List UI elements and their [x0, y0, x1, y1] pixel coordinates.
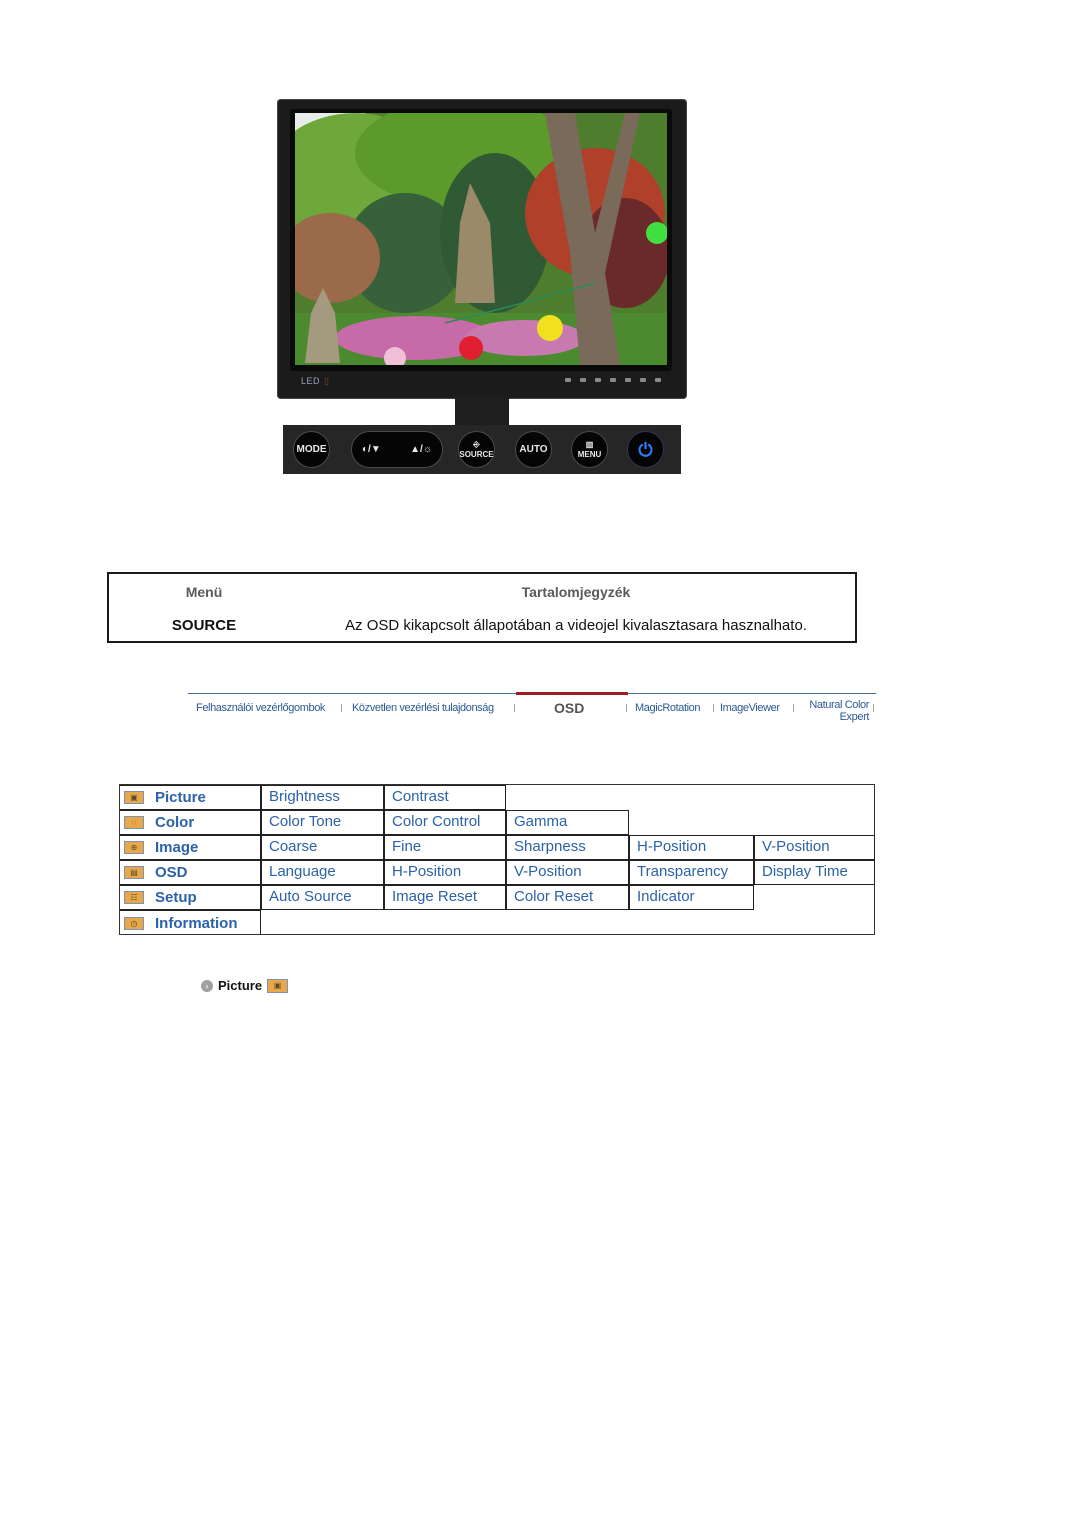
nav-separator	[713, 704, 714, 712]
item-osd-v-position[interactable]: V-Position	[506, 860, 629, 885]
arrow-circle-icon: ›	[201, 979, 213, 992]
item-fine[interactable]: Fine	[384, 835, 506, 860]
auto-button[interactable]: AUTO	[515, 431, 552, 468]
nav-separator	[341, 704, 342, 712]
nav-separator	[793, 704, 794, 712]
source-icon: ⎆	[473, 439, 480, 449]
header-menu: Menü	[185, 584, 223, 600]
monitor-button-panel: MODE ◐/▼ ▲/☼ ⎆ SOURCE AUTO ▥ MENU ⏻	[283, 425, 681, 474]
nav-osd[interactable]: OSD	[554, 700, 584, 716]
information-icon: ◷	[124, 916, 144, 930]
monitor-stand	[455, 396, 509, 426]
menu-picture[interactable]: ▣ Picture	[120, 785, 261, 810]
menu-setup[interactable]: ☷ Setup	[120, 885, 261, 910]
nav-separator	[626, 704, 627, 712]
row-menu-name: SOURCE	[171, 617, 237, 634]
item-auto-source[interactable]: Auto Source	[261, 885, 384, 910]
menu-information[interactable]: ◷ Information	[120, 910, 261, 935]
item-image-reset[interactable]: Image Reset	[384, 885, 506, 910]
nav-imageviewer[interactable]: ImageViewer	[720, 702, 780, 714]
nav-natural-color-expert[interactable]: Natural Color Expert	[801, 699, 869, 723]
item-color-reset[interactable]: Color Reset	[506, 885, 629, 910]
menu-description-table: Menü Tartalomjegyzék SOURCE Az OSD kikap…	[107, 572, 857, 643]
osd-menu-tree: ▣ Picture Brightness Contrast ◌ Color Co…	[119, 784, 875, 935]
power-button[interactable]: ⏻	[627, 431, 664, 468]
picture-icon: ▣	[267, 978, 289, 993]
item-coarse[interactable]: Coarse	[261, 835, 384, 860]
monitor-bezel	[290, 109, 672, 371]
item-image-v-position[interactable]: V-Position	[754, 835, 875, 860]
item-color-tone[interactable]: Color Tone	[261, 810, 384, 835]
item-language[interactable]: Language	[261, 860, 384, 885]
brightness-rocker-button[interactable]: ◐/▼ ▲/☼	[351, 431, 443, 468]
menu-icon: ▥	[585, 439, 594, 449]
item-gamma[interactable]: Gamma	[506, 810, 629, 835]
nav-separator	[514, 704, 515, 712]
mode-button[interactable]: MODE	[293, 431, 330, 468]
nav-user-controls[interactable]: Felhasználói vezérlőgombok	[196, 702, 325, 714]
menu-color[interactable]: ◌ Color	[120, 810, 261, 835]
item-color-control[interactable]: Color Control	[384, 810, 506, 835]
header-contents: Tartalomjegyzék	[521, 584, 631, 600]
front-panel-indicators	[565, 378, 661, 382]
item-contrast[interactable]: Contrast	[384, 785, 506, 810]
color-icon: ◌	[124, 816, 144, 829]
image-icon: ⊕	[124, 841, 144, 854]
picture-icon: ▣	[124, 791, 144, 804]
menu-button[interactable]: ▥ MENU	[571, 431, 608, 468]
picture-section-link[interactable]: › Picture ▣	[201, 978, 289, 993]
section-nav: Felhasználói vezérlőgombok Közvetlen vez…	[188, 692, 876, 728]
monitor-illustration: LED ▯	[277, 99, 687, 399]
item-image-h-position[interactable]: H-Position	[629, 835, 754, 860]
item-osd-h-position[interactable]: H-Position	[384, 860, 506, 885]
monitor-screen-image	[295, 113, 667, 365]
nav-direct-features[interactable]: Közvetlen vezérlési tulajdonság	[352, 702, 494, 714]
active-tab-indicator	[516, 692, 628, 695]
brightness-up-label[interactable]: ▲/☼	[410, 444, 432, 455]
osd-icon: ▤	[124, 866, 144, 879]
led-label: LED ▯	[301, 376, 330, 386]
row-description: Az OSD kikapcsolt állapotában a videojel…	[345, 617, 807, 634]
menu-osd[interactable]: ▤ OSD	[120, 860, 261, 885]
nav-magicrotation[interactable]: MagicRotation	[635, 702, 701, 714]
source-button[interactable]: ⎆ SOURCE	[458, 431, 495, 468]
power-icon: ⏻	[638, 439, 653, 460]
brightness-down-label[interactable]: ◐/▼	[362, 444, 381, 455]
item-brightness[interactable]: Brightness	[261, 785, 384, 810]
item-display-time[interactable]: Display Time	[754, 860, 875, 885]
menu-image[interactable]: ⊕ Image	[120, 835, 261, 860]
item-sharpness[interactable]: Sharpness	[506, 835, 629, 860]
item-transparency[interactable]: Transparency	[629, 860, 754, 885]
setup-icon: ☷	[124, 891, 144, 904]
nav-separator	[873, 704, 874, 712]
item-indicator[interactable]: Indicator	[629, 885, 754, 910]
